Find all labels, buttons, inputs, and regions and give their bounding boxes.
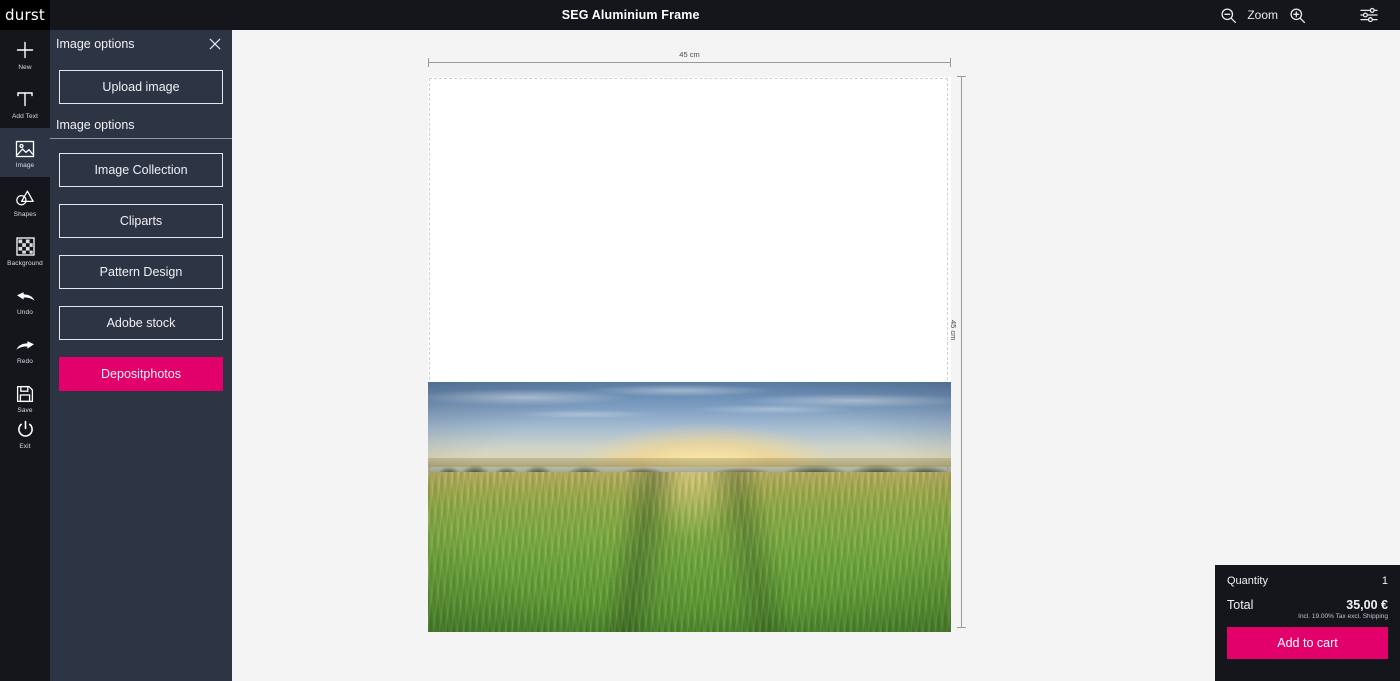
sidebar-item-label: Shapes (14, 210, 37, 219)
sliders-icon[interactable] (1352, 0, 1386, 30)
upload-section: Upload image (50, 58, 232, 118)
zoom-out-icon[interactable] (1211, 0, 1245, 30)
cliparts-button[interactable]: Cliparts (59, 204, 223, 238)
sidebar-item-new[interactable]: New (0, 30, 50, 79)
floppy-disk-icon (16, 381, 34, 403)
canvas-width-dimension-line (428, 62, 951, 63)
close-x-icon[interactable] (206, 35, 224, 53)
left-tool-rail: New Add Text Image Shapes (0, 30, 50, 681)
button-row: Depositphotos (50, 357, 232, 391)
sidebar-item-undo[interactable]: Undo (0, 275, 50, 324)
sidebar-item-add-text[interactable]: Add Text (0, 79, 50, 128)
add-to-cart-button[interactable]: Add to cart (1227, 627, 1388, 659)
quantity-value: 1 (1382, 575, 1388, 587)
product-canvas[interactable] (428, 77, 951, 627)
adobe-stock-button[interactable]: Adobe stock (59, 306, 223, 340)
topbar-tools: Zoom (1211, 0, 1400, 30)
sidebar-item-shapes[interactable]: Shapes (0, 177, 50, 226)
panel-title: Image options (56, 37, 206, 51)
undo-arrow-icon (15, 283, 36, 305)
button-row: Cliparts (50, 204, 232, 238)
top-bar: durst SEG Aluminium Frame Zoom (0, 0, 1400, 30)
pattern-design-button[interactable]: Pattern Design (59, 255, 223, 289)
sidebar-item-label: New (18, 63, 31, 72)
page-title: SEG Aluminium Frame (50, 8, 1211, 22)
checkerboard-icon (16, 234, 35, 256)
quantity-label: Quantity (1227, 575, 1268, 587)
sidebar-item-exit[interactable]: Exit (0, 409, 50, 458)
sidebar-item-label: Redo (17, 357, 33, 366)
plus-icon (15, 38, 35, 60)
picture-icon (15, 136, 35, 158)
sidebar-item-label: Image (16, 161, 35, 170)
zoom-label: Zoom (1245, 8, 1280, 22)
tax-note: Incl. 19.00% Tax excl. Shipping (1227, 613, 1388, 620)
image-options-section-label: Image options (50, 118, 232, 138)
image-options-panel: Image options Upload image Image options… (50, 30, 232, 681)
total-value: 35,00 € (1346, 598, 1388, 612)
upload-image-button[interactable]: Upload image (59, 70, 223, 104)
button-row: Pattern Design (50, 255, 232, 289)
text-t-icon (15, 87, 35, 109)
section-divider (50, 138, 232, 139)
shapes-icon (15, 185, 35, 207)
button-row: Image Collection (50, 153, 232, 187)
durst-logo[interactable]: durst (0, 0, 50, 30)
quantity-row: Quantity 1 (1227, 575, 1388, 587)
sidebar-item-label: Exit (19, 442, 30, 451)
sidebar-item-background[interactable]: Background (0, 226, 50, 275)
button-row: Adobe stock (50, 306, 232, 340)
panel-header: Image options (50, 30, 232, 58)
total-label: Total (1227, 598, 1253, 612)
redo-arrow-icon (15, 332, 36, 354)
cart-summary-panel: Quantity 1 Total 35,00 € Incl. 19.00% Ta… (1215, 565, 1400, 681)
logo-text: durst (5, 6, 45, 24)
total-row: Total 35,00 € (1227, 598, 1388, 612)
zoom-in-icon[interactable] (1280, 0, 1314, 30)
placed-image[interactable] (428, 382, 951, 632)
sidebar-item-label: Add Text (12, 112, 38, 121)
sidebar-item-redo[interactable]: Redo (0, 324, 50, 373)
sidebar-item-image[interactable]: Image (0, 128, 50, 177)
canvas-height-dimension-line (961, 76, 962, 628)
depositphotos-button[interactable]: Depositphotos (59, 357, 223, 391)
power-icon (16, 417, 35, 439)
sidebar-item-label: Undo (17, 308, 33, 317)
image-collection-button[interactable]: Image Collection (59, 153, 223, 187)
photo-vignette (428, 382, 951, 632)
canvas-width-label: 45 cm (428, 50, 951, 59)
sidebar-item-label: Background (7, 259, 43, 268)
